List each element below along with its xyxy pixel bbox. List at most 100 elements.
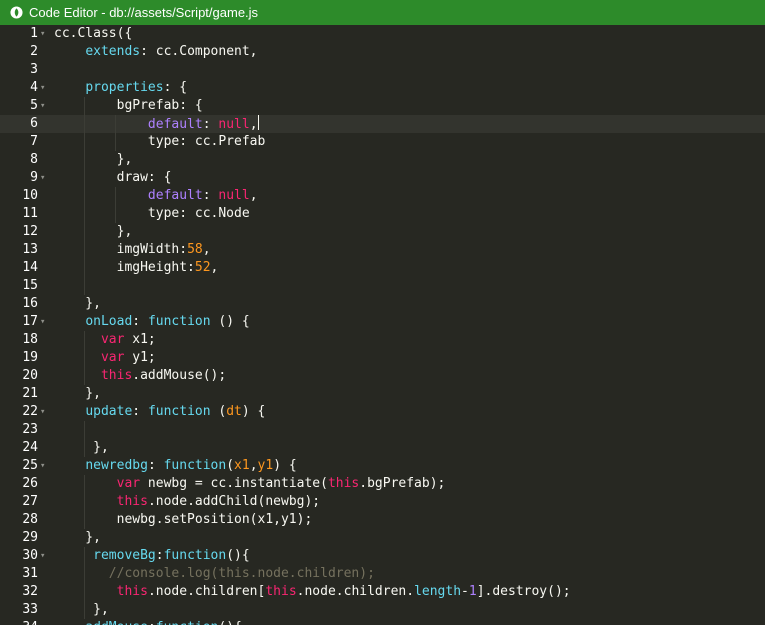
code-line[interactable]: 13 imgWidth:58, bbox=[0, 241, 765, 259]
line-number: 15 bbox=[22, 278, 38, 293]
code-text[interactable]: }, bbox=[54, 295, 101, 313]
code-text[interactable]: }, bbox=[54, 529, 101, 547]
code-line[interactable]: 18 var x1; bbox=[0, 331, 765, 349]
fold-arrow-icon[interactable]: ▾ bbox=[40, 25, 50, 43]
code-text[interactable]: var y1; bbox=[54, 349, 156, 367]
code-token: draw: { bbox=[54, 170, 172, 185]
code-line[interactable]: 15 bbox=[0, 277, 765, 295]
fold-arrow-icon[interactable]: ▾ bbox=[40, 79, 50, 97]
code-line[interactable]: 17 ▾ onLoad: function () { bbox=[0, 313, 765, 331]
line-number: 16 bbox=[22, 296, 38, 311]
fold-arrow-icon[interactable]: ▾ bbox=[40, 457, 50, 475]
code-line[interactable]: 11 type: cc.Node bbox=[0, 205, 765, 223]
code-line[interactable]: 31 //console.log(this.node.children); bbox=[0, 565, 765, 583]
code-token: cc.Class({ bbox=[54, 26, 133, 41]
code-text[interactable]: cc.Class({ bbox=[54, 25, 132, 43]
code-line[interactable]: 22 ▾ update: function (dt) { bbox=[0, 403, 765, 421]
code-line[interactable]: 10 default: null, bbox=[0, 187, 765, 205]
code-text[interactable]: this.node.children[this.node.children.le… bbox=[54, 583, 571, 601]
code-text[interactable]: type: cc.Prefab bbox=[54, 133, 265, 151]
code-text[interactable]: extends: cc.Component, bbox=[54, 43, 257, 61]
code-text[interactable]: addMouse:function(){ bbox=[54, 619, 242, 625]
line-number: 11 bbox=[22, 206, 38, 221]
code-line[interactable]: 29 }, bbox=[0, 529, 765, 547]
code-line[interactable]: 25 ▾ newredbg: function(x1,y1) { bbox=[0, 457, 765, 475]
fold-arrow-icon[interactable]: ▾ bbox=[40, 313, 50, 331]
code-line[interactable]: 19 var y1; bbox=[0, 349, 765, 367]
code-text[interactable]: properties: { bbox=[54, 79, 187, 97]
line-number: 13 bbox=[22, 242, 38, 257]
code-token: y1; bbox=[124, 350, 156, 365]
code-line[interactable]: 9 ▾ draw: { bbox=[0, 169, 765, 187]
code-text[interactable]: default: null, bbox=[54, 187, 258, 205]
fold-arrow-icon[interactable]: ▾ bbox=[40, 169, 50, 187]
code-text[interactable]: }, bbox=[54, 223, 133, 241]
code-line[interactable]: 26 var newbg = cc.instantiate(this.bgPre… bbox=[0, 475, 765, 493]
code-token: function bbox=[156, 620, 219, 625]
code-editor[interactable]: 1 ▾ cc.Class({2 extends: cc.Component, 3 4 ▾ … bbox=[0, 25, 765, 625]
code-line[interactable]: 33 }, bbox=[0, 601, 765, 619]
code-text[interactable]: default: null, bbox=[54, 115, 259, 134]
code-line[interactable]: 27 this.node.addChild(newbg); bbox=[0, 493, 765, 511]
code-token: , bbox=[249, 188, 258, 203]
code-line[interactable]: 20 this.addMouse(); bbox=[0, 367, 765, 385]
code-line[interactable]: 28 newbg.setPosition(x1,y1); bbox=[0, 511, 765, 529]
code-text[interactable]: }, bbox=[54, 601, 109, 619]
code-line[interactable]: 3 bbox=[0, 61, 765, 79]
code-text[interactable]: type: cc.Node bbox=[54, 205, 250, 223]
code-line[interactable]: 24 }, bbox=[0, 439, 765, 457]
code-line[interactable]: 30 ▾ removeBg:function(){ bbox=[0, 547, 765, 565]
code-token: length bbox=[414, 584, 462, 599]
code-text[interactable]: update: function (dt) { bbox=[54, 403, 265, 421]
code-text[interactable]: this.node.addChild(newbg); bbox=[54, 493, 321, 511]
code-text[interactable]: this.addMouse(); bbox=[54, 367, 226, 385]
code-line[interactable]: 14 imgHeight:52, bbox=[0, 259, 765, 277]
code-text[interactable]: onLoad: function () { bbox=[54, 313, 249, 331]
code-text[interactable]: imgWidth:58, bbox=[54, 241, 211, 259]
code-line[interactable]: 8 }, bbox=[0, 151, 765, 169]
code-line[interactable]: 4 ▾ properties: { bbox=[0, 79, 765, 97]
code-line[interactable]: 21 }, bbox=[0, 385, 765, 403]
code-text[interactable]: var newbg = cc.instantiate(this.bgPrefab… bbox=[54, 475, 446, 493]
line-number: 6 bbox=[30, 116, 38, 131]
code-token: var bbox=[100, 350, 125, 365]
code-token: : bbox=[132, 404, 148, 419]
code-token: this bbox=[327, 476, 360, 491]
code-text[interactable]: var x1; bbox=[54, 331, 156, 349]
code-line[interactable]: 6 default: null, bbox=[0, 115, 765, 133]
code-line[interactable]: 16 }, bbox=[0, 295, 765, 313]
cocos-logo-icon bbox=[10, 6, 23, 19]
code-line[interactable]: 12 }, bbox=[0, 223, 765, 241]
code-text[interactable]: removeBg:function(){ bbox=[54, 547, 250, 565]
code-editor-window: Code Editor - db://assets/Script/game.js… bbox=[0, 0, 765, 625]
code-line[interactable]: 32 this.node.children[this.node.children… bbox=[0, 583, 765, 601]
fold-arrow-icon[interactable]: ▾ bbox=[40, 547, 50, 565]
code-text[interactable]: newbg.setPosition(x1,y1); bbox=[54, 511, 313, 529]
code-line[interactable]: 5 ▾ bgPrefab: { bbox=[0, 97, 765, 115]
fold-arrow-icon[interactable]: ▾ bbox=[40, 97, 50, 115]
code-text[interactable]: }, bbox=[54, 439, 109, 457]
code-text[interactable]: newredbg: function(x1,y1) { bbox=[54, 457, 296, 475]
code-token: .node.addChild(newbg); bbox=[147, 494, 321, 509]
code-token: }, bbox=[54, 296, 101, 311]
code-line[interactable]: 1 ▾ cc.Class({ bbox=[0, 25, 765, 43]
code-line[interactable]: 23 bbox=[0, 421, 765, 439]
code-text[interactable]: imgHeight:52, bbox=[54, 259, 219, 277]
code-line[interactable]: 7 type: cc.Prefab bbox=[0, 133, 765, 151]
line-number: 25 bbox=[22, 458, 38, 473]
code-text[interactable]: bgPrefab: { bbox=[54, 97, 203, 115]
code-token: , bbox=[210, 260, 219, 275]
code-text[interactable]: }, bbox=[54, 151, 133, 169]
code-line[interactable]: 2 extends: cc.Component, bbox=[0, 43, 765, 61]
code-text[interactable]: }, bbox=[54, 385, 101, 403]
code-token: : bbox=[155, 548, 164, 563]
code-text[interactable]: draw: { bbox=[54, 169, 172, 187]
code-line[interactable]: 34 addMouse:function(){ bbox=[0, 619, 765, 625]
line-number: 9 bbox=[30, 170, 38, 185]
line-number: 31 bbox=[22, 566, 38, 581]
fold-arrow-icon[interactable]: ▾ bbox=[40, 403, 50, 421]
code-text[interactable]: //console.log(this.node.children); bbox=[54, 565, 375, 583]
indent-guide bbox=[84, 277, 86, 295]
line-number: 2 bbox=[30, 44, 38, 59]
